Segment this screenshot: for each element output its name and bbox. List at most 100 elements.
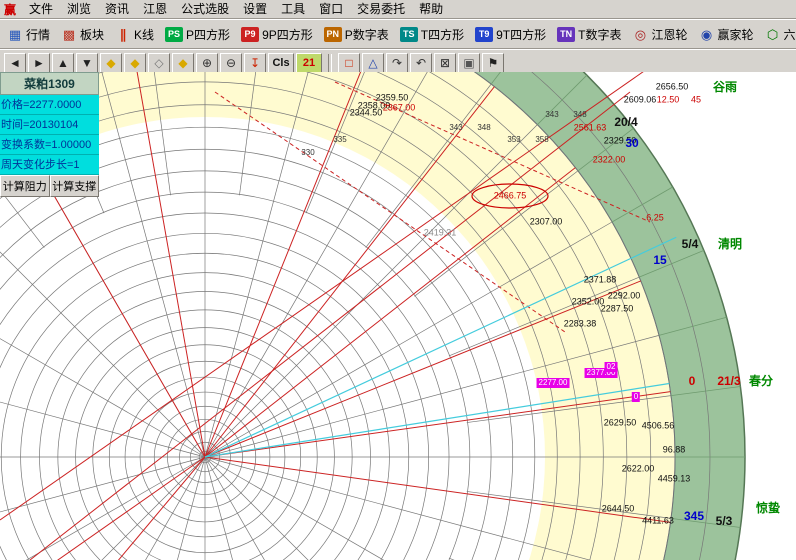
tool-江恩轮[interactable]: ◎江恩轮	[627, 24, 692, 45]
tool-9T四方形[interactable]: T99T四方形	[470, 24, 551, 45]
wheel-value: 2419.31	[424, 229, 457, 238]
menu-items: 文件浏览资讯江恩公式选股设置工具窗口交易委托帮助	[22, 0, 450, 18]
menu-item-交易委托[interactable]: 交易委托	[350, 1, 412, 17]
wheel-value: 2622.00	[622, 465, 655, 474]
wheel-value: 358	[535, 136, 548, 144]
tool-T四方形[interactable]: TST四方形	[395, 24, 469, 45]
行情-icon: ▦	[7, 27, 23, 42]
menu-item-资讯[interactable]: 资讯	[98, 1, 136, 17]
赢家轮-icon: ◉	[698, 27, 714, 42]
tool-赢家轮[interactable]: ◉赢家轮	[693, 24, 758, 45]
板块-icon: ▩	[61, 27, 77, 42]
flag-tool-button[interactable]: ⚑	[482, 53, 504, 73]
calendar-label: 21/3	[717, 375, 740, 387]
calendar-label: 30	[625, 137, 638, 149]
menu-item-帮助[interactable]: 帮助	[412, 1, 450, 17]
calendar-label: 345	[684, 510, 704, 522]
wheel-value: 2644.50	[602, 505, 635, 514]
wheel-value: 4506.56	[642, 422, 675, 431]
wheel-value: 2561.63	[574, 124, 607, 133]
calendar-label: 惊蛰	[756, 502, 780, 514]
calendar-label: 20/4	[614, 116, 637, 128]
P四方形-icon: PS	[165, 27, 183, 42]
back-button[interactable]: ◄	[4, 53, 26, 73]
menu-item-设置[interactable]: 设置	[236, 1, 274, 17]
tool-label: 江恩轮	[651, 26, 687, 43]
info-row: 时间=20130104	[0, 115, 99, 135]
menu-item-浏览[interactable]: 浏览	[60, 1, 98, 17]
gann-wheel-chart[interactable]: 2656.502609.062359.502358.002344.502329.…	[0, 72, 796, 560]
wheel-value: 2292.00	[608, 292, 641, 301]
forward-button[interactable]: ►	[28, 53, 50, 73]
calendar-label: 谷雨	[713, 81, 737, 93]
wheel-value: 348	[573, 111, 586, 119]
tool-K线[interactable]: ∥K线	[110, 24, 159, 45]
tool-P四方形[interactable]: PSP四方形	[160, 24, 235, 45]
9T四方形-icon: T9	[475, 27, 493, 42]
calendar-label: 清明	[718, 238, 742, 250]
wheel-value: 2466.75	[494, 192, 527, 201]
diamond-1-button[interactable]: ◆	[100, 53, 122, 73]
menu-item-工具[interactable]: 工具	[274, 1, 312, 17]
app-logo: 赢	[4, 1, 16, 18]
tool-label: 9P四方形	[262, 26, 313, 43]
wheel-value: 2344.50	[350, 109, 383, 118]
wheel-value: 343	[545, 111, 558, 119]
cycle-21-button[interactable]: 21	[296, 53, 322, 73]
rotate-down-button[interactable]: ▼	[76, 53, 98, 73]
tool-label: P数字表	[345, 26, 389, 43]
wheel-value: 2371.88	[584, 276, 617, 285]
wheel-value: 2656.50	[656, 83, 689, 92]
rect-tool-button[interactable]: □	[338, 53, 360, 73]
wheel-value: 2609.06	[624, 96, 657, 105]
tool-板块[interactable]: ▩板块	[56, 24, 109, 45]
diamond-4-button[interactable]: ◆	[172, 53, 194, 73]
tool-T数字表[interactable]: TNT数字表	[552, 24, 626, 45]
diamond-2-button[interactable]: ◆	[124, 53, 146, 73]
clear-button[interactable]: Cls	[268, 53, 294, 73]
江恩轮-icon: ◎	[632, 27, 648, 42]
wheel-value: 4411.63	[642, 517, 674, 526]
contract-info-panel: 菜粕1309 价格=2277.0000时间=20130104变换系数=1.000…	[0, 72, 99, 197]
arc-cw-tool-button[interactable]: ↷	[386, 53, 408, 73]
diamond-3-button[interactable]: ◇	[148, 53, 170, 73]
wheel-value: 2352.00	[572, 298, 605, 307]
calendar-label: 5/3	[716, 515, 733, 527]
tool-9P四方形[interactable]: P99P四方形	[236, 24, 318, 45]
wheel-value: 330	[301, 149, 314, 157]
tool-行情[interactable]: ▦行情	[2, 24, 55, 45]
wheel-value: 2283.38	[564, 320, 597, 329]
menu-item-江恩[interactable]: 江恩	[136, 1, 174, 17]
calc-button-计算阻力[interactable]: 计算阻力	[0, 175, 50, 197]
tool-P数字表[interactable]: PNP数字表	[319, 24, 394, 45]
tool-六角形[interactable]: ⬡六角形	[760, 24, 796, 45]
wheel-value: 02	[605, 362, 618, 372]
wheel-value: 12.50	[657, 96, 680, 105]
K线-icon: ∥	[115, 27, 131, 42]
info-row: 价格=2277.0000	[0, 95, 99, 115]
measure-button[interactable]: ↧	[244, 53, 266, 73]
triangle-tool-button[interactable]: △	[362, 53, 384, 73]
select-box-tool-button[interactable]: ▣	[458, 53, 480, 73]
calendar-label: 0	[689, 375, 696, 387]
wheel-value: 2629.50	[604, 419, 637, 428]
menubar: 赢 文件浏览资讯江恩公式选股设置工具窗口交易委托帮助	[0, 0, 796, 19]
calc-button-计算支撑[interactable]: 计算支撑	[50, 175, 100, 197]
menu-item-窗口[interactable]: 窗口	[312, 1, 350, 17]
wheel-value: 96.88	[663, 446, 686, 455]
arc-ccw-tool-button[interactable]: ↶	[410, 53, 432, 73]
tool-label: 板块	[80, 26, 104, 43]
menu-item-公式选股[interactable]: 公式选股	[174, 1, 236, 17]
tool-label: 赢家轮	[717, 26, 753, 43]
rotate-up-button[interactable]: ▲	[52, 53, 74, 73]
9P四方形-icon: P9	[241, 27, 259, 42]
zoom-out-button[interactable]: ⊖	[220, 53, 242, 73]
menu-item-文件[interactable]: 文件	[22, 1, 60, 17]
wheel-value: 45	[691, 96, 701, 105]
tool-label: P四方形	[186, 26, 230, 43]
box-x-tool-button[interactable]: ⊠	[434, 53, 456, 73]
wheel-value: 335	[333, 136, 346, 144]
contract-params: 价格=2277.0000时间=20130104变换系数=1.00000周天变化步…	[0, 95, 99, 175]
zoom-in-button[interactable]: ⊕	[196, 53, 218, 73]
wheel-value: 353	[507, 136, 520, 144]
